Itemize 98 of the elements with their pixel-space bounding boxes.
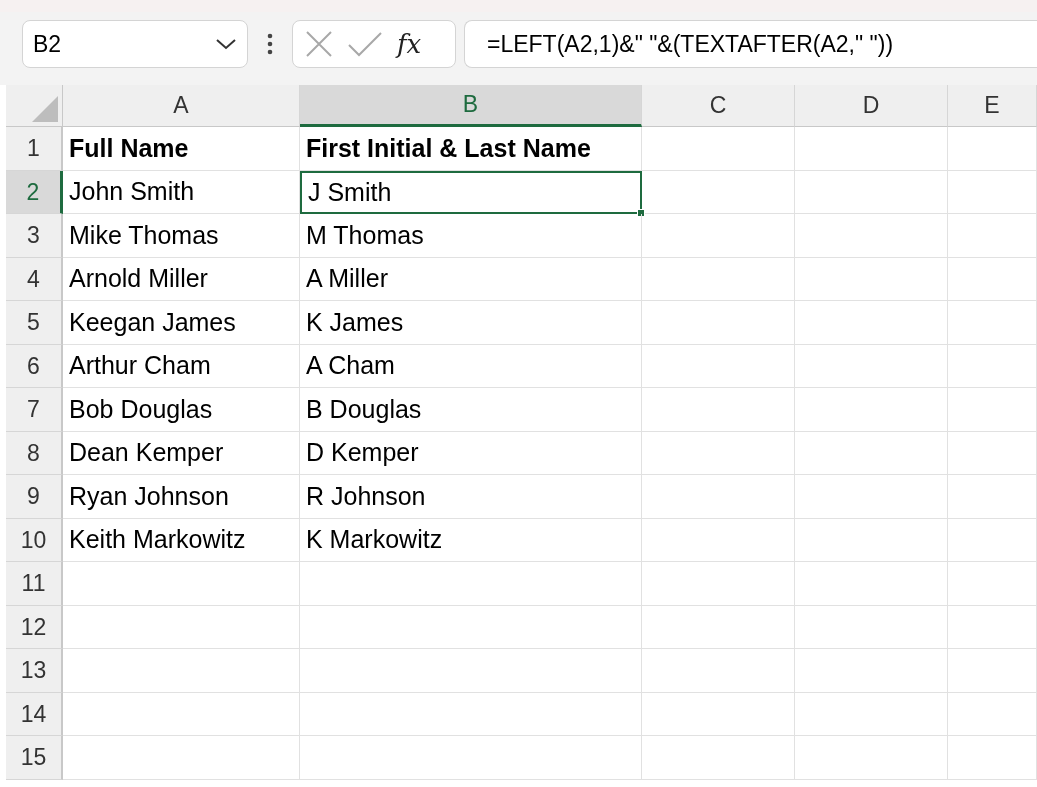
empty-cell[interactable] <box>948 518 1037 562</box>
empty-cell[interactable] <box>642 301 795 345</box>
row-header[interactable]: 7 <box>6 388 63 432</box>
row-header[interactable]: 5 <box>6 301 63 345</box>
empty-cell[interactable] <box>642 344 795 388</box>
empty-cell[interactable] <box>300 736 642 780</box>
empty-cell[interactable] <box>642 127 795 171</box>
empty-cell[interactable] <box>948 562 1037 606</box>
empty-cell[interactable] <box>795 518 948 562</box>
empty-cell[interactable] <box>948 736 1037 780</box>
empty-cell[interactable] <box>948 214 1037 258</box>
empty-cell[interactable] <box>795 605 948 649</box>
empty-cell[interactable] <box>948 344 1037 388</box>
column-header[interactable]: D <box>795 85 948 127</box>
empty-cell[interactable] <box>948 388 1037 432</box>
row-header[interactable]: 2 <box>6 170 63 214</box>
table-cell[interactable]: M Thomas <box>300 214 642 258</box>
row-header[interactable]: 3 <box>6 214 63 258</box>
empty-cell[interactable] <box>948 170 1037 214</box>
empty-cell[interactable] <box>795 562 948 606</box>
empty-cell[interactable] <box>642 518 795 562</box>
row-header[interactable]: 4 <box>6 257 63 301</box>
row-header[interactable]: 11 <box>6 562 63 606</box>
empty-cell[interactable] <box>300 692 642 736</box>
row-header[interactable]: 14 <box>6 692 63 736</box>
empty-cell[interactable] <box>795 170 948 214</box>
empty-cell[interactable] <box>642 170 795 214</box>
row-header[interactable]: 12 <box>6 605 63 649</box>
empty-cell[interactable] <box>642 257 795 301</box>
empty-cell[interactable] <box>642 736 795 780</box>
empty-cell[interactable] <box>948 605 1037 649</box>
empty-cell[interactable] <box>948 301 1037 345</box>
table-cell[interactable]: Full Name <box>63 127 300 171</box>
empty-cell[interactable] <box>642 214 795 258</box>
table-cell[interactable]: Dean Kemper <box>63 431 300 475</box>
row-header[interactable]: 9 <box>6 475 63 519</box>
table-cell[interactable]: R Johnson <box>300 475 642 519</box>
table-cell[interactable]: K James <box>300 301 642 345</box>
empty-cell[interactable] <box>795 214 948 258</box>
column-header[interactable]: B <box>300 85 642 127</box>
name-box[interactable]: B2 <box>22 20 248 68</box>
empty-cell[interactable] <box>948 475 1037 519</box>
empty-cell[interactable] <box>642 475 795 519</box>
empty-cell[interactable] <box>795 388 948 432</box>
table-cell[interactable]: First Initial & Last Name <box>300 127 642 171</box>
empty-cell[interactable] <box>300 605 642 649</box>
fill-handle[interactable] <box>637 209 645 217</box>
name-box-text: B2 <box>33 29 62 59</box>
row-header[interactable]: 6 <box>6 344 63 388</box>
empty-cell[interactable] <box>795 257 948 301</box>
table-cell[interactable]: Mike Thomas <box>63 214 300 258</box>
formula-field[interactable]: =LEFT(A2,1)&" "&(TEXTAFTER(A2," ")) <box>464 20 1037 68</box>
table-cell[interactable]: Bob Douglas <box>63 388 300 432</box>
table-cell[interactable]: J Smith <box>300 170 642 214</box>
empty-cell[interactable] <box>642 562 795 606</box>
table-cell[interactable]: John Smith <box>63 170 300 214</box>
dropdown-caret-icon[interactable] <box>215 37 237 51</box>
empty-cell[interactable] <box>795 301 948 345</box>
empty-cell[interactable] <box>948 257 1037 301</box>
empty-cell[interactable] <box>642 388 795 432</box>
more-options-icon[interactable] <box>266 33 274 55</box>
empty-cell[interactable] <box>948 431 1037 475</box>
empty-cell[interactable] <box>795 692 948 736</box>
empty-cell[interactable] <box>300 562 642 606</box>
empty-cell[interactable] <box>948 692 1037 736</box>
empty-cell[interactable] <box>948 649 1037 693</box>
empty-cell[interactable] <box>642 649 795 693</box>
table-cell[interactable]: B Douglas <box>300 388 642 432</box>
empty-cell[interactable] <box>642 605 795 649</box>
table-cell[interactable]: A Cham <box>300 344 642 388</box>
empty-cell[interactable] <box>795 344 948 388</box>
row-header[interactable]: 13 <box>6 649 63 693</box>
table-cell[interactable]: Arthur Cham <box>63 344 300 388</box>
row-header[interactable]: 15 <box>6 736 63 780</box>
table-cell[interactable]: Keith Markowitz <box>63 518 300 562</box>
empty-cell[interactable] <box>795 127 948 171</box>
empty-cell[interactable] <box>795 475 948 519</box>
table-cell[interactable]: K Markowitz <box>300 518 642 562</box>
row-header[interactable]: 8 <box>6 431 63 475</box>
column-header[interactable]: E <box>948 85 1037 127</box>
select-all-icon[interactable] <box>32 96 58 122</box>
table-cell[interactable]: Keegan James <box>63 301 300 345</box>
empty-cell[interactable] <box>795 649 948 693</box>
row-header[interactable]: 1 <box>6 127 63 171</box>
row-header[interactable]: 10 <box>6 518 63 562</box>
table-cell[interactable]: Ryan Johnson <box>63 475 300 519</box>
empty-cell[interactable] <box>795 736 948 780</box>
empty-cell[interactable] <box>642 431 795 475</box>
column-header[interactable]: A <box>63 85 300 127</box>
table-cell[interactable]: A Miller <box>300 257 642 301</box>
insert-function-button[interactable]: fx <box>397 31 422 57</box>
empty-cell[interactable] <box>795 431 948 475</box>
column-header[interactable]: C <box>642 85 795 127</box>
empty-cell[interactable] <box>300 649 642 693</box>
table-cell[interactable]: Arnold Miller <box>63 257 300 301</box>
empty-cell[interactable] <box>642 692 795 736</box>
table-cell[interactable]: D Kemper <box>300 431 642 475</box>
empty-cell[interactable] <box>948 127 1037 171</box>
